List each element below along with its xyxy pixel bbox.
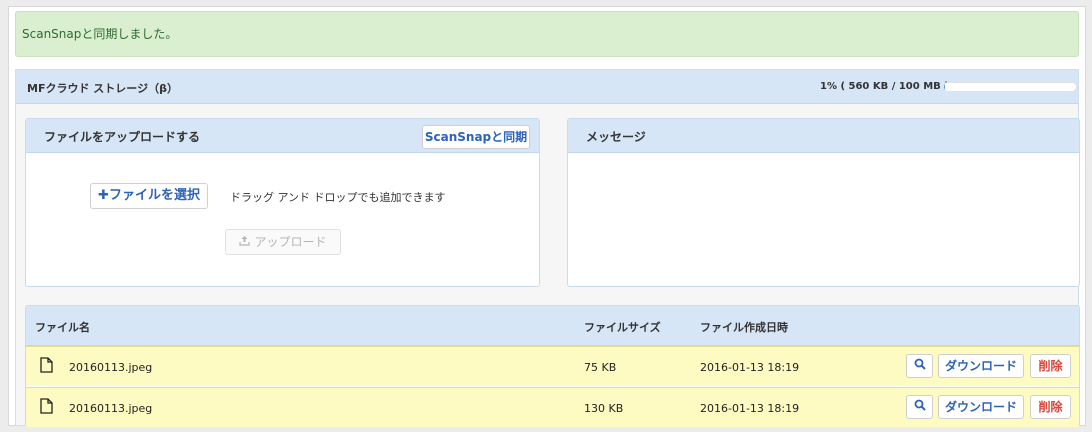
scansnap-sync-button[interactable]: ScanSnapと同期	[422, 125, 530, 149]
file-name[interactable]: 20160113.jpeg	[69, 402, 152, 415]
upload-button-label: アップロード	[254, 235, 327, 249]
search-icon	[914, 358, 926, 373]
download-button[interactable]: ダウンロード	[938, 395, 1024, 419]
upload-panel-title: ファイルをアップロードする	[44, 130, 201, 144]
file-table-header: ファイル名 ファイルサイズ ファイル作成日時	[26, 306, 1079, 346]
file-date: 2016-01-13 18:19	[700, 402, 800, 415]
message-panel-header: メッセージ	[568, 119, 1079, 153]
file-icon	[40, 357, 53, 373]
success-alert: ScanSnapと同期しました。	[15, 11, 1079, 57]
delete-button[interactable]: 削除	[1030, 354, 1071, 378]
search-icon	[914, 399, 926, 414]
storage-panel: MFクラウド ストレージ（β） 1% ( 560 KB / 100 MB ) フ…	[15, 69, 1080, 427]
file-table: ファイル名 ファイルサイズ ファイル作成日時 20160113.jpeg 75 …	[25, 305, 1080, 427]
preview-button[interactable]	[906, 354, 933, 378]
upload-panel-header: ファイルをアップロードする ScanSnapと同期	[26, 119, 539, 153]
alert-message: ScanSnapと同期しました。	[22, 27, 178, 41]
quota-progress-bar	[943, 82, 1077, 92]
quota-progress-fill	[944, 83, 946, 91]
file-date: 2016-01-13 18:19	[700, 361, 800, 374]
file-size: 75 KB	[584, 361, 617, 374]
storage-header: MFクラウド ストレージ（β） 1% ( 560 KB / 100 MB )	[16, 70, 1078, 104]
storage-title: MFクラウド ストレージ（β）	[27, 82, 178, 95]
download-button[interactable]: ダウンロード	[938, 354, 1024, 378]
file-icon	[40, 398, 53, 414]
column-header-size: ファイルサイズ	[584, 321, 661, 334]
file-name[interactable]: 20160113.jpeg	[69, 361, 152, 374]
upload-panel: ファイルをアップロードする ScanSnapと同期 ✚ファイルを選択 ドラッグ …	[25, 118, 540, 287]
message-panel: メッセージ	[567, 118, 1080, 287]
page-frame: ScanSnapと同期しました。 MFクラウド ストレージ（β） 1% ( 56…	[8, 6, 1086, 427]
upload-button[interactable]: アップロード	[225, 229, 341, 255]
delete-button[interactable]: 削除	[1030, 395, 1071, 419]
file-size: 130 KB	[584, 402, 624, 415]
select-file-button[interactable]: ✚ファイルを選択	[90, 183, 208, 209]
upload-icon	[239, 231, 251, 255]
quota-text: 1% ( 560 KB / 100 MB )	[820, 81, 949, 92]
message-panel-title: メッセージ	[586, 130, 646, 144]
table-row: 20160113.jpeg 75 KB 2016-01-13 18:19 ダウン…	[26, 346, 1079, 386]
drag-drop-hint: ドラッグ アンド ドロップでも追加できます	[230, 191, 446, 204]
table-row: 20160113.jpeg 130 KB 2016-01-13 18:19 ダウ…	[26, 387, 1079, 427]
column-header-date: ファイル作成日時	[700, 321, 788, 334]
column-header-name: ファイル名	[35, 321, 90, 334]
preview-button[interactable]	[906, 395, 933, 419]
